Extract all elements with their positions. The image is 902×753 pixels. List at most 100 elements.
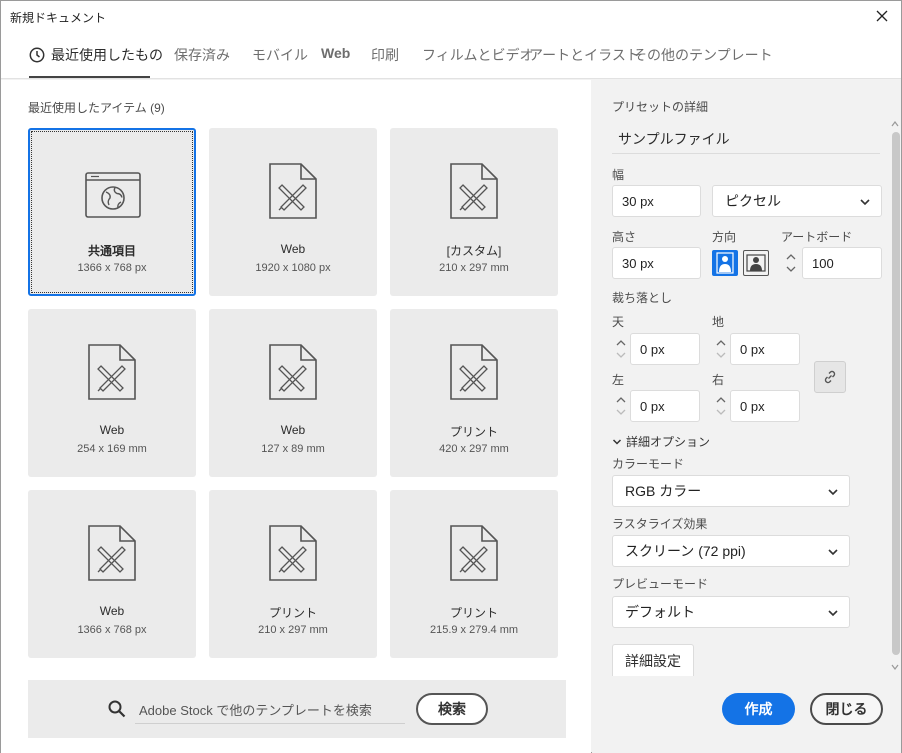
more-settings-button[interactable]: 詳細設定 [612,644,694,676]
advanced-options-label: 詳細オプション [626,435,711,449]
link-icon [824,370,836,384]
item-size: 254 x 169 mm [77,443,147,455]
recent-item-card[interactable]: Web 254 x 169 mm [28,309,196,477]
item-name: Web [99,604,125,618]
close-button[interactable]: 閉じる [810,693,883,725]
recent-item-card[interactable]: [カスタム] 210 x 297 mm [390,128,558,296]
recent-item-card[interactable]: Web 1366 x 768 px [28,490,196,658]
tab-film-video[interactable]: フィルムとビデオ [422,45,533,65]
scrollbar-thumb[interactable] [892,132,900,655]
item-size: 1366 x 768 px [77,624,147,636]
document-pen-ruler-icon [269,525,317,581]
document-pen-ruler-icon [450,525,498,581]
bleed-bottom-input[interactable]: 0 px [730,333,800,365]
raster-effects-select[interactable]: スクリーン (72 ppi) [612,535,850,567]
document-pen-ruler-icon [450,163,498,219]
color-mode-label: カラーモード [612,457,685,471]
artboards-label: アートボード [781,230,853,244]
artboards-input[interactable]: 100 [802,247,882,279]
web-globe-icon [85,172,141,218]
preview-mode-select[interactable]: デフォルト [612,596,850,628]
chevron-down-icon [828,489,838,496]
landscape-icon [746,254,766,272]
bleed-top-label: 天 [612,315,625,329]
document-pen-ruler-icon [450,344,498,400]
search-icon [108,700,126,718]
recent-item-card[interactable]: プリント 215.9 x 279.4 mm [390,490,558,658]
chevron-down-icon [860,199,870,206]
category-tabs: 最近使用したもの 保存済み モバイル Web 印刷 フィルムとビデオ アートとイ… [1,31,901,79]
clock-icon [29,47,45,63]
bleed-left-input[interactable]: 0 px [630,390,700,422]
item-size: 215.9 x 279.4 mm [429,624,519,636]
bleed-top-stepper[interactable] [614,333,628,365]
recent-item-card[interactable]: Web 127 x 89 mm [209,309,377,477]
document-pen-ruler-icon [88,344,136,400]
advanced-options-toggle[interactable]: 詳細オプション [612,433,710,450]
unit-value: ピクセル [725,193,781,209]
item-name: プリント [449,425,498,439]
stepper-arrows-icon [716,397,726,415]
landscape-orientation-button[interactable] [743,250,769,276]
bleed-right-stepper[interactable] [714,390,728,422]
preset-name-field[interactable]: サンプルファイル [612,120,880,154]
close-icon [876,10,888,22]
recent-items-label: 最近使用したアイテム (9) [28,101,165,115]
stepper-arrows-icon [616,397,626,415]
recent-items-panel: 最近使用したアイテム (9) 共通項目 1366 x 768 px Web 19… [1,80,591,753]
document-pen-ruler-icon [269,163,317,219]
item-name: プリント [268,606,317,620]
create-button[interactable]: 作成 [722,693,795,725]
raster-effects-value: スクリーン (72 ppi) [625,543,746,559]
color-mode-select[interactable]: RGB カラー [612,475,850,507]
item-size: 420 x 297 mm [439,443,509,455]
recent-item-card[interactable]: 共通項目 1366 x 768 px [28,128,196,296]
bleed-bottom-label: 地 [712,315,725,329]
preset-details-panel: プリセットの詳細 サンプルファイル 幅 30 px ピクセル 高さ 30 px … [592,80,901,753]
recent-item-card[interactable]: プリント 420 x 297 mm [390,309,558,477]
bleed-left-label: 左 [612,373,625,387]
tab-recent[interactable]: 最近使用したもの [29,45,163,65]
portrait-icon [716,252,734,274]
bleed-right-label: 右 [712,373,725,387]
preview-mode-value: デフォルト [625,604,695,620]
tab-web[interactable]: Web [321,45,350,61]
bleed-left-stepper[interactable] [614,390,628,422]
bleed-top-input[interactable]: 0 px [630,333,700,365]
chevron-down-icon [828,610,838,617]
bleed-bottom-stepper[interactable] [714,333,728,365]
item-name: プリント [449,606,498,620]
recent-item-card[interactable]: Web 1920 x 1080 px [209,128,377,296]
item-size: 210 x 297 mm [439,262,509,274]
portrait-orientation-button[interactable] [712,250,738,276]
scroll-up-icon[interactable] [891,120,899,128]
height-input[interactable]: 30 px [612,247,701,279]
stock-search-button[interactable]: 検索 [416,693,488,725]
tab-art-illustration[interactable]: アートとイラスト [529,45,640,65]
scroll-down-icon[interactable] [891,663,899,671]
item-size: 210 x 297 mm [258,624,328,636]
close-window-button[interactable] [871,5,893,27]
stepper-arrows-icon [786,254,796,272]
item-size: 127 x 89 mm [261,443,325,455]
tab-saved[interactable]: 保存済み [174,45,230,65]
tab-print[interactable]: 印刷 [371,45,399,65]
preset-details-header: プリセットの詳細 [612,100,709,114]
unit-select[interactable]: ピクセル [712,185,882,217]
stock-search-bar: Adobe Stock で他のテンプレートを検索 検索 [28,680,566,738]
stock-search-input[interactable]: Adobe Stock で他のテンプレートを検索 [135,692,405,724]
recent-item-card[interactable]: プリント 210 x 297 mm [209,490,377,658]
artboards-stepper[interactable] [784,247,798,279]
width-input[interactable]: 30 px [612,185,701,217]
raster-effects-label: ラスタライズ効果 [612,517,708,531]
link-bleed-button[interactable] [814,361,846,393]
bleed-right-input[interactable]: 0 px [730,390,800,422]
stepper-arrows-icon [616,340,626,358]
document-pen-ruler-icon [269,344,317,400]
tab-mobile[interactable]: モバイル [252,45,308,65]
title-bar: 新規ドキュメント [1,1,901,31]
height-label: 高さ [612,230,637,244]
item-name: [カスタム] [446,244,502,258]
color-mode-value: RGB カラー [625,483,702,499]
tab-more-templates[interactable]: その他のテンプレート [633,45,773,65]
